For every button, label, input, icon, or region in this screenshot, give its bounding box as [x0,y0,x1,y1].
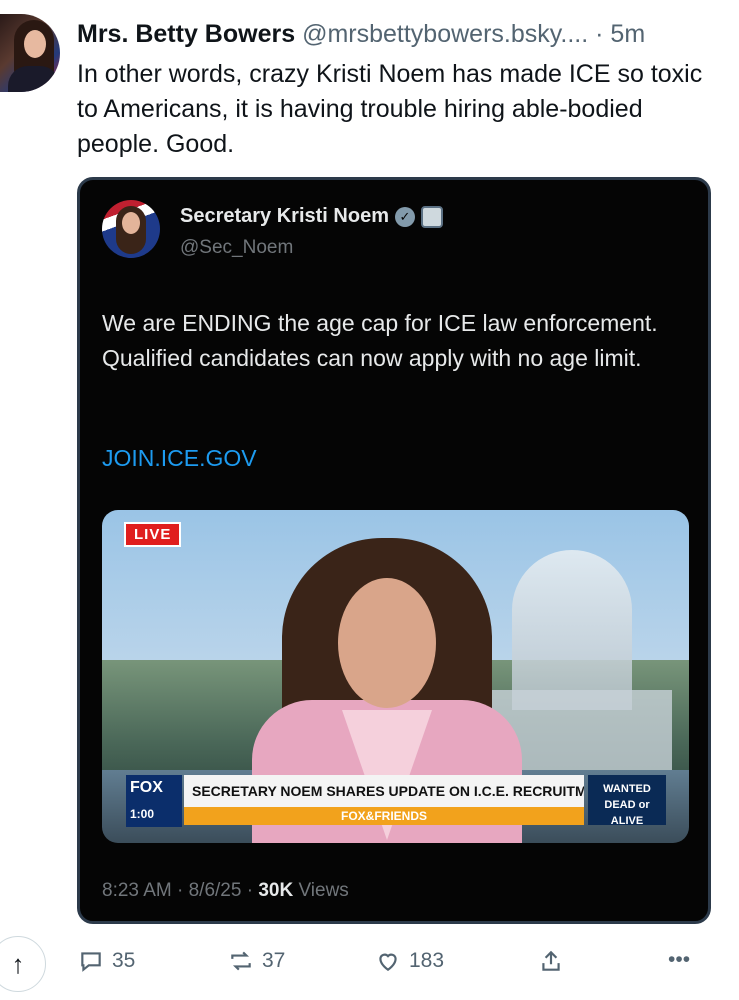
post-text: In other words, crazy Kristi Noem has ma… [77,60,703,158]
news-headline: SECRETARY NOEM SHARES UPDATE ON I.C.E. R… [184,775,584,807]
video-capitol-dome [512,550,632,710]
reply-button[interactable]: 35 [78,948,135,974]
reply-icon [81,952,101,972]
more-icon: ••• [668,948,691,971]
embed-avatar-face [122,212,140,234]
embed-text: We are ENDING the age cap for ICE law en… [102,310,658,371]
embed-video-frame: LIVE FOX 1:00 SECRETARY NOEM SHARES UPDA… [102,510,689,843]
author-avatar[interactable] [0,14,60,92]
embed-author-name: Secretary Kristi Noem [180,205,389,227]
embed-author-handle: @Sec_Noem [180,237,294,258]
author-name[interactable]: Mrs. Betty Bowers [77,20,295,48]
share-button[interactable] [538,948,564,974]
reply-count: 35 [112,949,136,972]
repost-icon [231,951,251,971]
embedded-screenshot[interactable]: Secretary Kristi Noem ✓ @Sec_Noem We are… [77,177,711,924]
author-handle[interactable]: @mrsbettybowers.bsky.... [302,20,588,48]
embed-views-label: Views [293,880,349,901]
share-icon [542,950,560,971]
more-button[interactable]: ••• [668,948,690,972]
show-name-bar: FOX&FRIENDS [184,807,584,825]
like-count: 183 [409,949,445,972]
arrow-up-icon[interactable]: ↑ [0,936,46,992]
post-header: Mrs. Betty Bowers @mrsbettybowers.bsky..… [77,14,721,54]
separator-dot: · [595,20,604,48]
network-logo-text: FOX [130,779,163,796]
embed-timestamp: 8:23 AM · 8/6/25 · [102,880,259,901]
embed-view-count: 30K [258,880,294,901]
post-actions: ↑ 35 37 183 ••• [0,936,739,992]
avatar-face [24,30,46,58]
broadcast-clock: 1:00 [130,807,155,821]
repost-button[interactable]: 37 [228,948,285,974]
live-badge: LIVE [124,522,182,547]
network-logo: FOX 1:00 [126,775,182,827]
post-time[interactable]: 5m [610,20,645,48]
embed-author-row: Secretary Kristi Noem ✓ [180,205,443,228]
government-badge-icon [420,205,443,228]
embed-avatar [102,200,160,258]
embed-link: JOIN.ICE.GOV [102,445,257,471]
promo-subtitle: DEAD or ALIVE [604,799,650,827]
verified-icon: ✓ [394,206,415,227]
avatar-body [8,66,60,92]
news-lower-third: FOX 1:00 SECRETARY NOEM SHARES UPDATE ON… [126,775,666,827]
promo-title: WANTED [603,783,651,795]
repost-count: 37 [262,949,286,972]
promo-box: WANTED DEAD or ALIVE [588,775,666,827]
embed-meta: 8:23 AM · 8/6/25 · 30K Views [102,880,349,902]
heart-icon [379,953,397,971]
like-button[interactable]: 183 [375,948,444,974]
video-person-face [338,578,436,708]
